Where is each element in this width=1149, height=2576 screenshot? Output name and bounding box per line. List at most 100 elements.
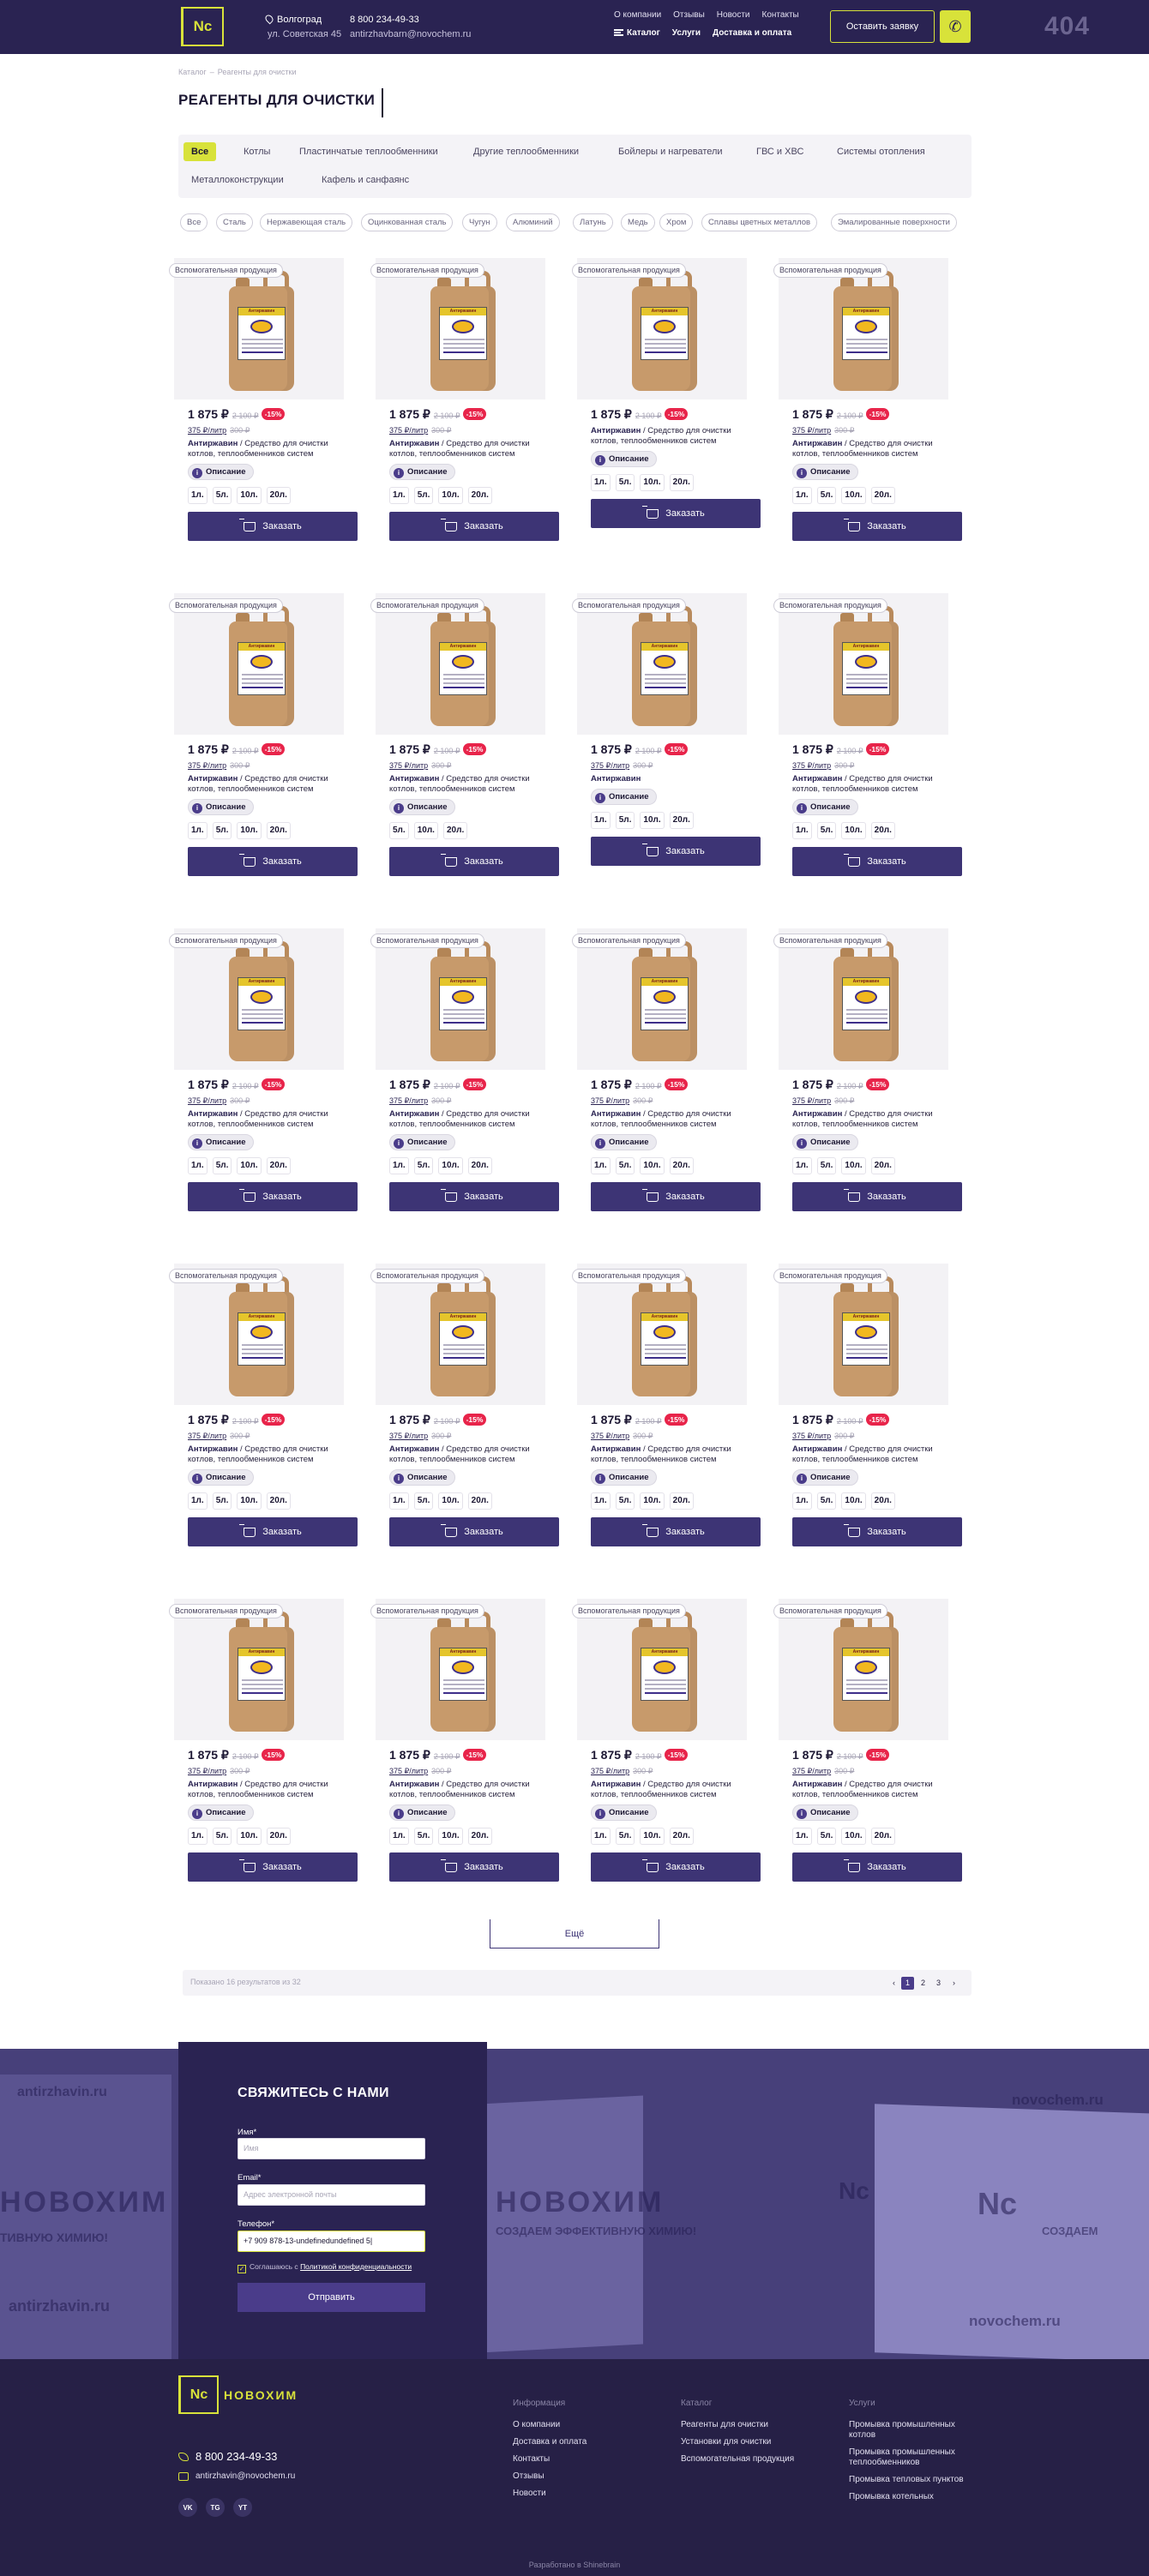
material-chip[interactable]: Нержавеющая сталь (260, 213, 353, 231)
order-button[interactable]: Заказать (792, 1852, 962, 1882)
volume-option[interactable]: 5л. (816, 822, 837, 839)
volume-option[interactable]: 5л. (389, 822, 409, 839)
description-button[interactable]: i Описание (389, 799, 455, 815)
volume-option[interactable]: 1л. (188, 487, 208, 504)
city-block[interactable]: Волгоград ул. Советская 45 (263, 13, 341, 42)
youtube-icon[interactable]: YT (233, 2498, 252, 2517)
category-tab[interactable]: Бойлеры и нагреватели (611, 142, 731, 161)
material-chip[interactable]: Хром (659, 213, 694, 231)
unit-price-value[interactable]: 375 ₽/литр (591, 1096, 629, 1105)
nav-delivery[interactable]: Доставка и оплата (713, 28, 791, 38)
product-description[interactable]: Антиржавин / Средство для очистки котлов… (389, 1780, 544, 1800)
volume-option[interactable]: 5л. (615, 812, 635, 829)
nav-contacts[interactable]: Контакты (762, 10, 799, 20)
nav-news[interactable]: Новости (717, 10, 750, 20)
product-description[interactable]: Антиржавин / Средство для очистки котлов… (591, 1780, 745, 1800)
volume-option[interactable]: 10л. (237, 1492, 262, 1510)
volume-option[interactable]: 20л. (266, 1157, 291, 1174)
description-button[interactable]: i Описание (591, 789, 657, 805)
material-chip[interactable]: Сталь (216, 213, 253, 231)
volume-option[interactable]: 5л. (413, 1492, 434, 1510)
footer-link[interactable]: Вспомогательная продукция (681, 2454, 835, 2465)
description-button[interactable]: i Описание (792, 1469, 858, 1486)
product-description[interactable]: Антиржавин / Средство для очистки котлов… (188, 774, 342, 795)
unit-price-value[interactable]: 375 ₽/литр (188, 1767, 226, 1775)
volume-option[interactable]: 10л. (438, 1828, 463, 1845)
unit-price-value[interactable]: 375 ₽/литр (188, 426, 226, 435)
description-button[interactable]: i Описание (188, 464, 254, 480)
nav-services[interactable]: Услуги (672, 28, 701, 38)
footer-link[interactable]: Промывка котельных (849, 2492, 969, 2502)
volume-option[interactable]: 10л. (640, 1828, 665, 1845)
order-button[interactable]: Заказать (389, 512, 559, 541)
volume-option[interactable]: 10л. (640, 1492, 665, 1510)
volume-option[interactable]: 1л. (389, 1492, 409, 1510)
volume-option[interactable]: 20л. (669, 812, 694, 829)
footer-phone[interactable]: 8 800 234-49-33 (178, 2450, 277, 2463)
volume-option[interactable]: 20л. (467, 1492, 492, 1510)
unit-price-value[interactable]: 375 ₽/литр (591, 1767, 629, 1775)
product-description[interactable]: Антиржавин / Средство для очистки котлов… (389, 439, 544, 459)
product-card[interactable]: Антиржавин Вспомогательная продукция 1 875… (169, 593, 358, 910)
header-email[interactable]: antirzhavbarn@novochem.ru (350, 27, 471, 42)
product-card[interactable]: Антиржавин Вспомогательная продукция 1 875… (370, 1264, 559, 1581)
product-image[interactable]: Антиржавин (577, 1599, 747, 1740)
volume-option[interactable]: 20л. (266, 487, 291, 504)
order-button[interactable]: Заказать (792, 847, 962, 876)
description-button[interactable]: i Описание (792, 799, 858, 815)
volume-option[interactable]: 1л. (389, 1157, 409, 1174)
order-button[interactable]: Заказать (792, 1182, 962, 1211)
nav-reviews[interactable]: Отзывы (673, 10, 705, 20)
product-description[interactable]: Антиржавин / Средство для очистки котлов… (188, 1780, 342, 1800)
description-button[interactable]: i Описание (389, 1134, 455, 1150)
material-chip[interactable]: Медь (621, 213, 655, 231)
breadcrumb-catalog[interactable]: Каталог (178, 68, 207, 76)
volume-option[interactable]: 10л. (640, 474, 665, 491)
volume-option[interactable]: 1л. (792, 822, 812, 839)
product-description[interactable]: Антиржавин / Средство для очистки котлов… (188, 1109, 342, 1130)
volume-option[interactable]: 5л. (615, 1492, 635, 1510)
order-button[interactable]: Заказать (389, 847, 559, 876)
product-card[interactable]: Антиржавин Вспомогательная продукция 1 875… (370, 1599, 559, 1916)
description-button[interactable]: i Описание (792, 464, 858, 480)
description-button[interactable]: i Описание (591, 451, 657, 467)
product-card[interactable]: Антиржавин Вспомогательная продукция 1 875… (370, 593, 559, 910)
volume-option[interactable]: 1л. (188, 822, 208, 839)
volume-option[interactable]: 20л. (467, 1828, 492, 1845)
material-chip[interactable]: Сплавы цветных металлов (701, 213, 818, 231)
page-prev[interactable]: ‹ (887, 1977, 900, 1990)
product-image[interactable]: Антиржавин (577, 1264, 747, 1405)
product-image[interactable]: Антиржавин (376, 593, 545, 735)
volume-option[interactable]: 20л. (669, 1157, 694, 1174)
volume-option[interactable]: 5л. (816, 1157, 837, 1174)
volume-option[interactable]: 1л. (591, 1828, 611, 1845)
material-chip[interactable]: Все (180, 213, 208, 231)
volume-option[interactable]: 5л. (413, 487, 434, 504)
order-button[interactable]: Заказать (188, 847, 358, 876)
order-button[interactable]: Заказать (188, 1182, 358, 1211)
page-number[interactable]: 3 (932, 1977, 945, 1990)
load-more-button[interactable]: Ещё (490, 1919, 659, 1949)
page-next[interactable]: › (947, 1977, 960, 1990)
description-button[interactable]: i Описание (792, 1134, 858, 1150)
product-card[interactable]: Антиржавин Вспомогательная продукция 1 875… (773, 593, 962, 910)
product-description[interactable]: Антиржавин / Средство для очистки котлов… (792, 774, 947, 795)
category-tab[interactable]: Металлоконструкции (183, 171, 292, 189)
volume-option[interactable]: 10л. (237, 1157, 262, 1174)
product-description[interactable]: Антиржавин / Средство для очистки котлов… (188, 1444, 342, 1465)
privacy-link[interactable]: Политикой конфиденциальности (300, 2262, 412, 2271)
product-image[interactable]: Антиржавин (174, 1599, 344, 1740)
volume-option[interactable]: 10л. (841, 1492, 866, 1510)
order-button[interactable]: Заказать (591, 1182, 761, 1211)
volume-option[interactable]: 1л. (389, 1828, 409, 1845)
volume-option[interactable]: 5л. (816, 487, 837, 504)
unit-price-value[interactable]: 375 ₽/литр (792, 1096, 831, 1105)
category-tab[interactable]: Кафель и санфаянс (314, 171, 417, 189)
volume-option[interactable]: 5л. (816, 1492, 837, 1510)
material-chip[interactable]: Латунь (573, 213, 613, 231)
volume-option[interactable]: 20л. (467, 1157, 492, 1174)
product-card[interactable]: Антиржавин Вспомогательная продукция 1 875… (572, 928, 761, 1246)
volume-option[interactable]: 10л. (237, 822, 262, 839)
product-image[interactable]: Антиржавин (779, 1599, 948, 1740)
product-card[interactable]: Антиржавин Вспомогательная продукция 1 875… (169, 928, 358, 1246)
